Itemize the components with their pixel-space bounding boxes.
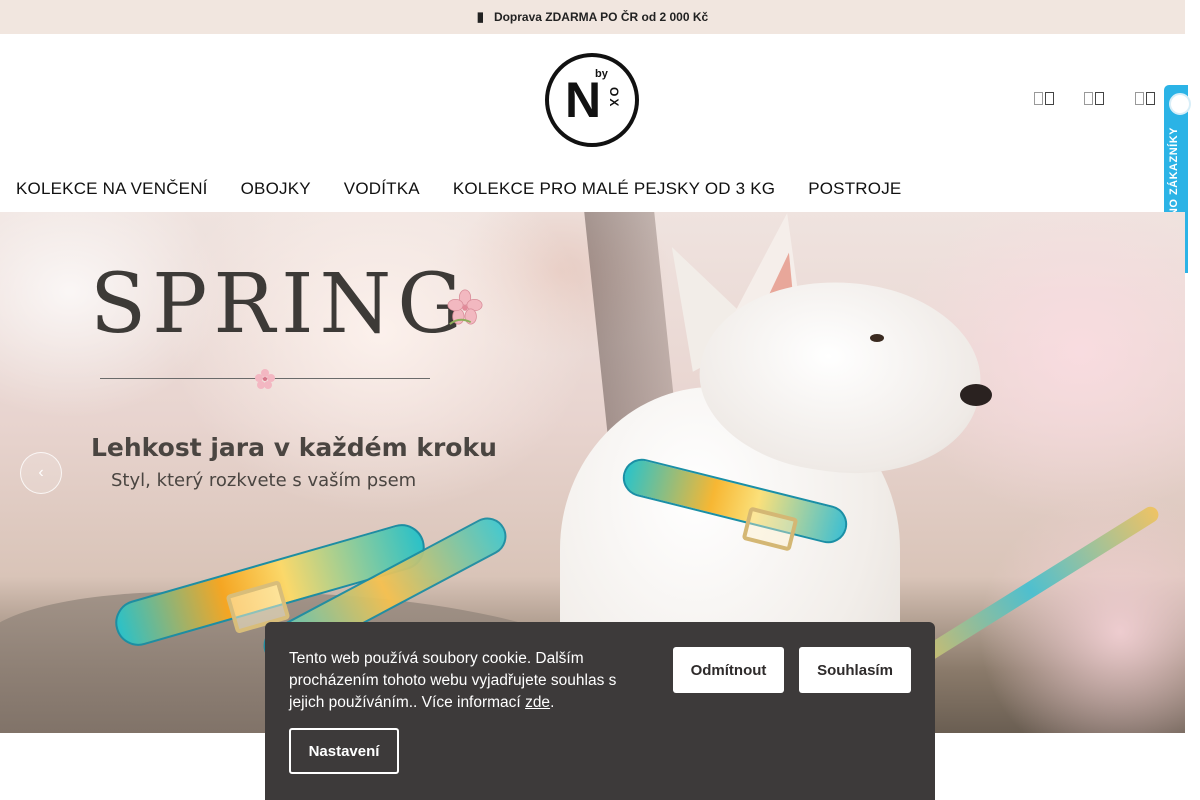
cart-icon[interactable] (1135, 92, 1155, 105)
promo-bar: ▮ Doprava ZDARMA PO ČR od 2 000 Kč (0, 0, 1185, 34)
cookie-text: Tento web používá soubory cookie. Dalším… (289, 648, 649, 714)
blossom-icon (447, 289, 483, 325)
cookie-more-link[interactable]: zde (525, 694, 550, 711)
hero-leash (898, 503, 1162, 677)
flower-icon (255, 369, 275, 389)
search-icon[interactable] (1034, 92, 1054, 105)
slider-prev-button[interactable]: ‹ (20, 452, 62, 494)
hero-dog-eye (870, 334, 884, 342)
hero-dog-nose (960, 384, 992, 406)
logo-ox: OX (607, 87, 621, 109)
hero-tagline: Styl, který rozkvete s vaším psem (111, 470, 417, 491)
hero-subtitle: Lehkost jara v každém kroku (91, 433, 497, 462)
page: ▮ Doprava ZDARMA PO ČR od 2 000 Kč by N … (0, 0, 1200, 800)
hero-title: SPRING (90, 257, 469, 352)
chevron-left-icon: ‹ (38, 464, 44, 481)
truck-icon: ▮ (476, 9, 484, 24)
cookie-banner: Tento web používá soubory cookie. Dalším… (265, 622, 935, 800)
nav-item-kolekce-male-pejsky[interactable]: KOLEKCE PRO MALÉ PEJSKY OD 3 KG (453, 179, 775, 199)
nav-item-voditka[interactable]: VODÍTKA (344, 179, 420, 199)
promo-text: Doprava ZDARMA PO ČR od 2 000 Kč (493, 10, 709, 24)
cookie-message: Tento web používá soubory cookie. Dalším… (289, 650, 617, 711)
reject-cookies-button[interactable]: Odmítnout (673, 647, 784, 693)
nav-item-postroje[interactable]: POSTROJE (808, 179, 901, 199)
cookie-settings-button[interactable]: Nastavení (289, 728, 399, 774)
logo-n: N (565, 72, 602, 128)
nav-item-kolekce-na-venceni[interactable]: KOLEKCE NA VENČENÍ (16, 179, 208, 199)
main-nav: KOLEKCE NA VENČENÍ OBOJKY VODÍTKA KOLEKC… (0, 166, 1185, 212)
site-header: by N OX (0, 34, 1185, 166)
accept-cookies-button[interactable]: Souhlasím (799, 647, 911, 693)
cookie-period: . (550, 694, 555, 711)
user-icon[interactable] (1084, 92, 1104, 105)
nav-item-obojky[interactable]: OBOJKY (241, 179, 311, 199)
verified-seal-icon (1169, 93, 1191, 115)
logo[interactable]: by N OX (545, 53, 639, 147)
